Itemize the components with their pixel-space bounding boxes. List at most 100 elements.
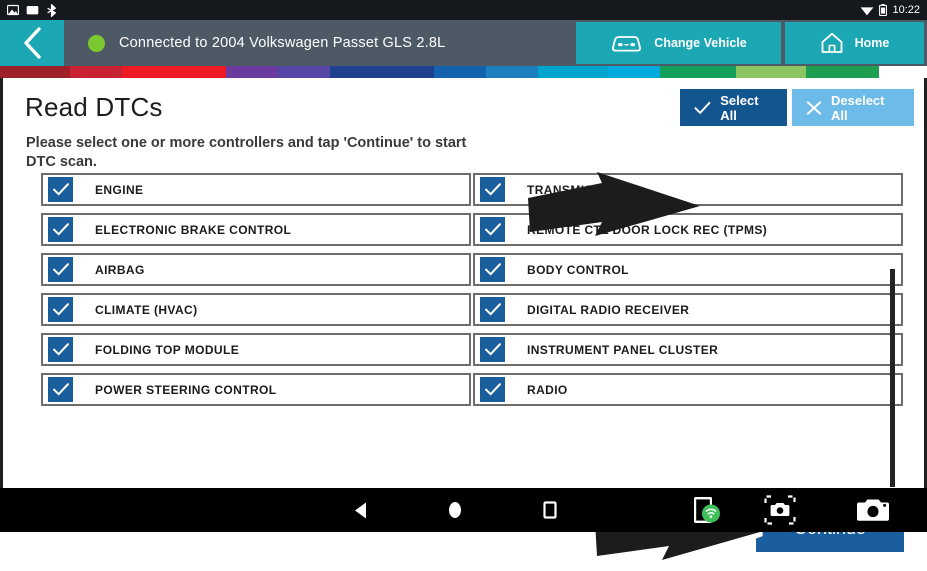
status-bar-right-icons: 10:22: [860, 4, 920, 17]
controller-label: ELECTRONIC BRAKE CONTROL: [95, 222, 292, 237]
controller-row[interactable]: BODY CONTROL: [473, 253, 903, 286]
check-icon: [694, 101, 711, 114]
stripe-segment: [806, 66, 879, 78]
connection-status-label: Connected to 2004 Volkswagen Passet GLS …: [119, 35, 446, 51]
nav-camera-button[interactable]: [845, 488, 901, 532]
nav-recents-button[interactable]: [520, 488, 580, 532]
controller-column-left: ENGINE ELECTRONIC BRAKE CONTROL AIRBAG CLIM…: [41, 173, 471, 413]
controller-checkbox[interactable]: [48, 217, 73, 242]
stripe-segment: [434, 66, 486, 78]
controller-row[interactable]: INSTRUMENT PANEL CLUSTER: [473, 333, 903, 366]
list-scrollbar[interactable]: [890, 269, 895, 487]
controller-label: REMOTE CTL DOOR LOCK REC (TPMS): [527, 222, 768, 237]
stripe-segment: [538, 66, 608, 78]
selection-actions: Select All Deselect All: [680, 89, 914, 126]
controller-row[interactable]: CLIMATE (HVAC): [41, 293, 471, 326]
controller-row[interactable]: ENGINE: [41, 173, 471, 206]
controller-label: RADIO: [527, 382, 568, 397]
check-icon: [484, 263, 501, 276]
check-icon: [52, 383, 69, 396]
nav-cast-button[interactable]: [680, 488, 736, 532]
controller-label: INSTRUMENT PANEL CLUSTER: [527, 342, 719, 357]
select-all-button[interactable]: Select All: [680, 89, 787, 126]
triangle-back-icon: [354, 502, 366, 518]
nav-home-button[interactable]: [425, 488, 485, 532]
controller-checkbox[interactable]: [48, 337, 73, 362]
android-nav-bar: [0, 488, 927, 532]
car-icon: [612, 35, 642, 51]
check-icon: [484, 303, 501, 316]
controller-row[interactable]: RADIO: [473, 373, 903, 406]
screenshot-camera-icon: [764, 495, 796, 525]
phone-wifi-icon: [694, 497, 720, 523]
check-icon: [52, 343, 69, 356]
page-subtitle: Please select one or more controllers an…: [26, 135, 467, 170]
main-content: Read DTCs Please select one or more cont…: [0, 78, 927, 560]
controller-label: ENGINE: [95, 182, 144, 197]
controller-label: FOLDING TOP MODULE: [95, 342, 240, 357]
controller-row[interactable]: FOLDING TOP MODULE: [41, 333, 471, 366]
check-icon: [484, 223, 501, 236]
controller-checkbox[interactable]: [480, 177, 505, 202]
controller-row[interactable]: ELECTRONIC BRAKE CONTROL: [41, 213, 471, 246]
image-icon: [6, 4, 20, 16]
check-icon: [52, 183, 69, 196]
check-icon: [484, 383, 501, 396]
close-icon: [806, 100, 822, 115]
nav-back-button[interactable]: [330, 488, 390, 532]
status-bar-clock: 10:22: [892, 4, 920, 16]
controller-checkbox[interactable]: [480, 257, 505, 282]
stripe-segment: [122, 66, 226, 78]
bluetooth-icon: [46, 3, 57, 17]
back-button[interactable]: [0, 20, 64, 66]
battery-icon: [879, 4, 888, 17]
stripe-segment: [608, 66, 660, 78]
color-stripe: [0, 66, 927, 78]
controller-checkbox[interactable]: [48, 297, 73, 322]
home-button[interactable]: Home: [785, 22, 924, 64]
tablet-screen: 10:22 Connected to 2004 Volkswagen Passe…: [0, 0, 927, 560]
app-header: Connected to 2004 Volkswagen Passet GLS …: [0, 20, 927, 66]
check-icon: [52, 223, 69, 236]
deselect-all-label: Deselect All: [831, 92, 885, 123]
change-vehicle-label: Change Vehicle: [654, 36, 747, 50]
stripe-segment: [226, 66, 278, 78]
stripe-segment: [0, 66, 70, 78]
status-bar-left-icons: [6, 3, 57, 17]
home-label: Home: [854, 36, 890, 50]
controller-row[interactable]: POWER STEERING CONTROL: [41, 373, 471, 406]
connection-status: Connected to 2004 Volkswagen Passet GLS …: [64, 20, 572, 66]
controller-row[interactable]: REMOTE CTL DOOR LOCK REC (TPMS): [473, 213, 903, 246]
nav-screenshot-button[interactable]: [752, 488, 808, 532]
controller-label: CLIMATE (HVAC): [95, 302, 198, 317]
controller-checkbox[interactable]: [48, 177, 73, 202]
controller-row[interactable]: DIGITAL RADIO RECEIVER: [473, 293, 903, 326]
controller-checkbox[interactable]: [48, 377, 73, 402]
screen-icon: [26, 5, 39, 16]
controller-label: AIRBAG: [95, 262, 145, 277]
circle-home-icon: [449, 502, 461, 518]
controller-checkbox[interactable]: [48, 257, 73, 282]
stripe-segment: [660, 66, 736, 78]
check-icon: [484, 343, 501, 356]
android-status-bar: 10:22: [0, 0, 927, 20]
change-vehicle-button[interactable]: Change Vehicle: [576, 22, 781, 64]
stripe-segment: [736, 66, 806, 78]
controller-checkbox[interactable]: [480, 377, 505, 402]
chevron-left-icon: [24, 27, 41, 59]
controller-column-right: TRANSMISSION REMOTE CTL DOOR LOCK REC (TP…: [473, 173, 903, 413]
check-icon: [52, 303, 69, 316]
page-title: Read DTCs: [25, 92, 163, 122]
stripe-segment: [70, 66, 122, 78]
controller-checkbox[interactable]: [480, 297, 505, 322]
deselect-all-button[interactable]: Deselect All: [792, 89, 914, 126]
check-icon: [484, 183, 501, 196]
check-icon: [52, 263, 69, 276]
controller-checkbox[interactable]: [480, 337, 505, 362]
camera-icon: [857, 499, 889, 521]
controller-row[interactable]: TRANSMISSION: [473, 173, 903, 206]
controller-row[interactable]: AIRBAG: [41, 253, 471, 286]
square-recents-icon: [543, 501, 557, 519]
controller-checkbox[interactable]: [480, 217, 505, 242]
wifi-icon: [860, 5, 874, 16]
